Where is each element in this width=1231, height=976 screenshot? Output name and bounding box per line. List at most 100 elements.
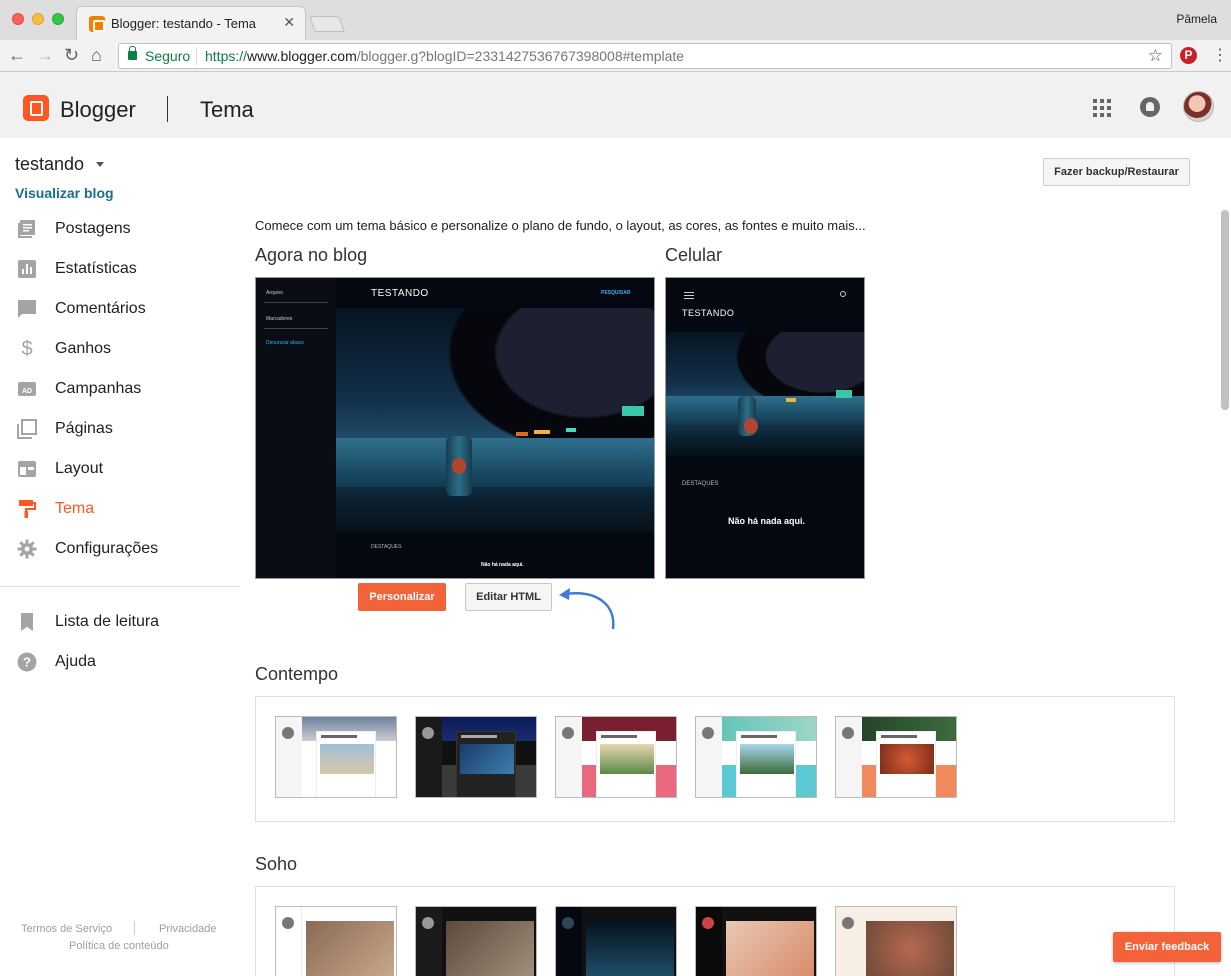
- send-feedback-button[interactable]: Enviar feedback: [1113, 932, 1221, 962]
- ad-icon: AD: [17, 379, 37, 399]
- blogger-logo-icon[interactable]: [23, 95, 49, 121]
- terms-link[interactable]: Termos de Serviço: [21, 923, 112, 935]
- layout-icon: [17, 459, 37, 479]
- sidebar-item-comentarios[interactable]: Comentários: [0, 289, 240, 329]
- sidebar-item-paginas[interactable]: Páginas: [0, 409, 240, 449]
- sidebar-item-label: Postagens: [55, 220, 131, 237]
- sidebar-item-label: Lista de leitura: [55, 613, 160, 630]
- theme-thumbnail[interactable]: [275, 716, 397, 798]
- preview-rule: [264, 302, 328, 303]
- current-theme-title: Agora no blog: [255, 245, 368, 265]
- preview-pod: [738, 396, 758, 436]
- thumb-image: [306, 921, 394, 976]
- forward-arrow-icon[interactable]: →: [36, 44, 54, 66]
- app-header: Blogger Tema: [0, 72, 1231, 138]
- sidebar-item-label: Estatísticas: [55, 260, 137, 277]
- sidebar-item-configuracoes[interactable]: Configurações: [0, 529, 240, 569]
- sidebar-item-campanhas[interactable]: AD Campanhas: [0, 369, 240, 409]
- edit-html-button[interactable]: Editar HTML: [465, 583, 552, 611]
- theme-thumbnail[interactable]: [695, 716, 817, 798]
- thumb-text: [461, 735, 497, 738]
- preview-blog-title: TESTANDO: [682, 308, 735, 318]
- browser-menu-icon[interactable]: ⋮: [1212, 45, 1228, 65]
- sidebar-item-label: Comentários: [55, 300, 146, 317]
- section-title-soho: Soho: [255, 854, 298, 874]
- desktop-theme-preview[interactable]: Arquivo Marcadores Denunciar abuso TESTA…: [255, 277, 655, 579]
- theme-thumbnail[interactable]: [555, 716, 677, 798]
- thumb-sidebar: [556, 717, 582, 797]
- content-policy-link[interactable]: Política de conteúdo: [69, 940, 169, 952]
- url-text[interactable]: https://www.blogger.com/blogger.g?blogID…: [205, 48, 684, 64]
- mobile-theme-preview[interactable]: TESTANDO DESTAQUES Não há nada aqui.: [665, 277, 865, 579]
- thumb-image: [320, 744, 374, 774]
- maximize-window-button[interactable]: [52, 13, 64, 25]
- thumb-sidebar: [696, 717, 722, 797]
- thumb-card: [876, 731, 936, 797]
- annotation-arrow-icon: [559, 588, 615, 630]
- sidebar-item-estatisticas[interactable]: Estatísticas: [0, 249, 240, 289]
- preview-search-link: PESQUISAR: [601, 290, 631, 296]
- minimize-window-button[interactable]: [32, 13, 44, 25]
- sidebar-item-label: Ganhos: [55, 340, 112, 357]
- sidebar-item-label: Campanhas: [55, 380, 142, 397]
- help-icon: ?: [17, 652, 37, 672]
- preview-light: [622, 406, 644, 416]
- pinterest-extension-icon[interactable]: P: [1180, 47, 1197, 64]
- home-icon[interactable]: ⌂: [91, 44, 102, 66]
- preview-menu-icon: [684, 292, 694, 293]
- avatar[interactable]: [1183, 91, 1214, 122]
- close-window-button[interactable]: [12, 13, 24, 25]
- sidebar-item-ajuda[interactable]: ? Ajuda: [0, 642, 240, 682]
- app-name[interactable]: Blogger: [60, 97, 136, 123]
- reload-icon[interactable]: ↻: [64, 44, 79, 66]
- new-tab-button[interactable]: [309, 16, 345, 32]
- blogger-favicon-icon: [89, 16, 105, 32]
- privacy-link[interactable]: Privacidade: [159, 923, 216, 935]
- thumb-avatar: [842, 727, 854, 739]
- thumb-card: [596, 731, 656, 797]
- browser-user-name[interactable]: Pâmela: [1176, 12, 1217, 26]
- intro-text: Comece com um tema básico e personalize …: [255, 218, 866, 233]
- blog-caret-icon[interactable]: [96, 162, 104, 167]
- posts-icon: [17, 219, 37, 239]
- notifications-bell-icon[interactable]: [1140, 97, 1160, 117]
- header-divider: [167, 96, 168, 122]
- theme-thumbnail[interactable]: [835, 716, 957, 798]
- address-bar[interactable]: Seguro https://www.blogger.com/blogger.g…: [118, 43, 1172, 69]
- thumb-avatar: [282, 917, 294, 929]
- dollar-icon: $: [21, 338, 33, 360]
- sidebar-item-tema[interactable]: Tema: [0, 489, 240, 529]
- preview-pod: [446, 436, 472, 496]
- sidebar-item-layout[interactable]: Layout: [0, 449, 240, 489]
- thumb-image: [740, 744, 794, 774]
- back-arrow-icon[interactable]: ←: [8, 44, 26, 66]
- thumb-avatar: [422, 727, 434, 739]
- preview-horizon: [666, 396, 864, 424]
- view-blog-link[interactable]: Visualizar blog: [15, 185, 114, 201]
- thumb-image: [880, 744, 934, 774]
- url-divider: [196, 47, 197, 65]
- thumb-image: [866, 921, 954, 976]
- backup-restore-button[interactable]: Fazer backup/Restaurar: [1043, 158, 1190, 186]
- sidebar-item-postagens[interactable]: Postagens: [0, 209, 240, 249]
- thumb-image: [600, 744, 654, 774]
- blog-selector[interactable]: testando: [15, 154, 84, 175]
- thumb-avatar: [702, 727, 714, 739]
- sidebar-item-lista-de-leitura[interactable]: Lista de leitura: [0, 602, 240, 642]
- google-apps-icon[interactable]: [1093, 99, 1111, 117]
- preview-light: [534, 430, 550, 434]
- tab-close-icon[interactable]: ✕: [283, 14, 295, 31]
- customize-button[interactable]: Personalizar: [358, 583, 446, 611]
- thumb-avatar: [562, 917, 574, 929]
- bookmark-star-icon[interactable]: ☆: [1148, 46, 1163, 66]
- preview-hero-image: [336, 308, 654, 532]
- theme-gallery-soho: [255, 886, 1175, 976]
- page-scrollbar[interactable]: [1221, 210, 1229, 410]
- sidebar-item-ganhos[interactable]: $ Ganhos: [0, 329, 240, 369]
- thumb-image: [586, 921, 674, 976]
- preview-archive-link: Arquivo: [266, 290, 283, 296]
- browser-tab[interactable]: Blogger: testando - Tema ✕: [76, 6, 306, 40]
- thumb-text: [741, 735, 777, 738]
- theme-thumbnail[interactable]: [415, 716, 537, 798]
- thumb-image: [460, 744, 514, 774]
